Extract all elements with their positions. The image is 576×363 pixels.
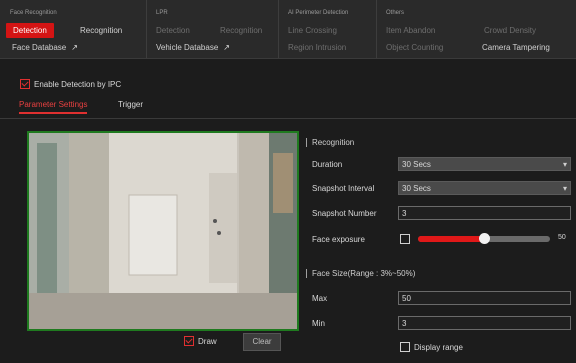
face-database-label: Face Database: [12, 43, 67, 52]
slider-fill: [418, 236, 484, 242]
snapshot-interval-value: 30 Secs: [402, 184, 431, 193]
draw-label: Draw: [198, 336, 217, 346]
lpr-group: LPR Detection Recognition Vehicle Databa…: [146, 0, 279, 58]
face-exposure-value: 50: [558, 234, 566, 241]
vehicle-database-label: Vehicle Database: [156, 43, 219, 52]
subtab-trigger[interactable]: Trigger: [118, 100, 143, 109]
arrow-up-right-icon: ↗: [223, 43, 230, 52]
display-range-label: Display range: [414, 342, 463, 352]
draw-checkbox[interactable]: [184, 336, 194, 346]
tab-vehicle-database[interactable]: Vehicle Database ↗: [156, 43, 230, 52]
face-exposure-label: Face exposure: [312, 235, 365, 244]
others-group: Others Item Abandon Object Counting Crow…: [376, 0, 576, 58]
face-size-section-title: Face Size(Range : 3%~50%): [306, 269, 415, 278]
snapshot-number-input[interactable]: 3: [398, 206, 571, 220]
display-range-toggle[interactable]: Display range: [400, 342, 463, 352]
clear-button[interactable]: Clear: [243, 333, 281, 351]
snapshot-interval-select[interactable]: 30 Secs ▾: [398, 181, 571, 195]
duration-value: 30 Secs: [402, 160, 431, 169]
camera-scene-image: [29, 133, 297, 329]
tab-crowd-density[interactable]: Crowd Density: [484, 26, 536, 35]
tab-region-intrusion[interactable]: Region Intrusion: [288, 43, 346, 52]
max-label: Max: [312, 294, 328, 303]
tab-face-database[interactable]: Face Database ↗: [12, 43, 78, 52]
chevron-down-icon: ▾: [562, 184, 567, 193]
display-range-checkbox[interactable]: [400, 342, 410, 352]
duration-select[interactable]: 30 Secs ▾: [398, 157, 571, 171]
snapshot-number-label: Snapshot Number: [312, 209, 377, 218]
tab-detection[interactable]: Detection: [6, 23, 54, 38]
tab-lpr-recognition[interactable]: Recognition: [220, 26, 262, 35]
face-exposure-slider[interactable]: [418, 233, 550, 244]
group-title-ai-perimeter: AI Perimeter Detection: [288, 10, 349, 16]
tab-lpr-detection[interactable]: Detection: [156, 26, 190, 35]
top-tab-bar: Face Recognition Detection Recognition F…: [0, 0, 576, 59]
tab-line-crossing[interactable]: Line Crossing: [288, 26, 337, 35]
chevron-down-icon: ▾: [562, 160, 567, 169]
settings-panel: Recognition Duration 30 Secs ▾ Snapshot …: [302, 128, 576, 363]
subtab-parameter-settings[interactable]: Parameter Settings: [19, 100, 88, 114]
camera-preview[interactable]: [27, 131, 299, 331]
slider-thumb[interactable]: [479, 233, 490, 244]
ai-perimeter-group: AI Perimeter Detection Line Crossing Reg…: [278, 0, 377, 58]
divider: [0, 118, 576, 119]
min-input[interactable]: 3: [398, 316, 571, 330]
tab-recognition[interactable]: Recognition: [80, 26, 122, 35]
arrow-up-right-icon: ↗: [71, 43, 78, 52]
enable-detection-row[interactable]: Enable Detection by IPC: [20, 79, 121, 89]
tab-item-abandon[interactable]: Item Abandon: [386, 26, 435, 35]
max-input[interactable]: 50: [398, 291, 571, 305]
enable-detection-checkbox[interactable]: [20, 79, 30, 89]
min-label: Min: [312, 319, 325, 328]
group-title-face-recognition: Face Recognition: [10, 10, 57, 16]
face-recognition-group: Face Recognition Detection Recognition F…: [0, 0, 147, 58]
group-title-others: Others: [386, 10, 405, 16]
group-title-lpr: LPR: [156, 10, 168, 16]
enable-detection-label: Enable Detection by IPC: [34, 79, 122, 89]
tab-object-counting[interactable]: Object Counting: [386, 43, 443, 52]
draw-toggle[interactable]: Draw: [184, 336, 217, 346]
snapshot-interval-label: Snapshot Interval: [312, 184, 375, 193]
duration-label: Duration: [312, 160, 343, 169]
face-exposure-checkbox[interactable]: [400, 234, 410, 244]
tab-camera-tampering[interactable]: Camera Tampering: [482, 43, 550, 52]
recognition-section-title: Recognition: [306, 138, 354, 147]
